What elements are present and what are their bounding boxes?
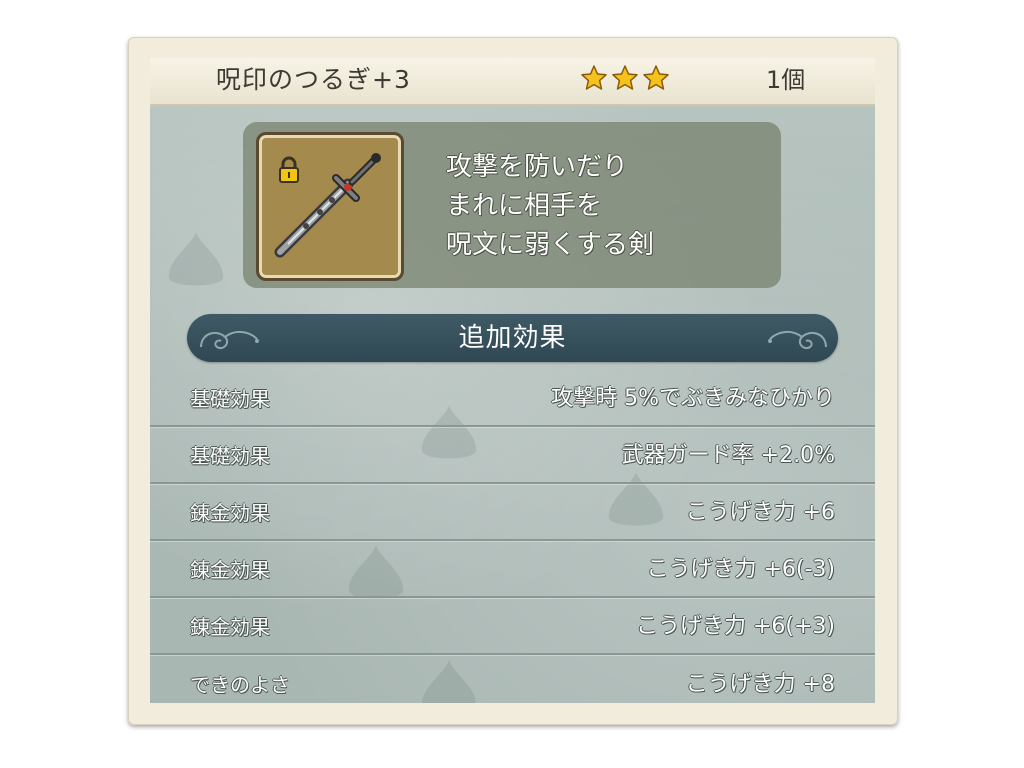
row-divider (150, 539, 875, 541)
description-line: 呪文に弱くする剣 (446, 230, 655, 260)
item-name: 呪印のつるぎ+3 (216, 65, 411, 94)
effect-label: 錬金効果 (190, 615, 270, 639)
star-icon (612, 65, 638, 90)
background-slime-icon (168, 232, 224, 286)
effect-value: 攻撃時 5%でぶきみなひかり (551, 386, 835, 411)
effect-row: できのよさ こうげき力 +8 (150, 656, 875, 702)
effect-row: 基礎効果 攻撃時 5%でぶきみなひかり (150, 371, 875, 427)
effect-value: 武器ガード率 +2.0% (621, 443, 835, 468)
effect-value: こうげき力 +6(+3) (635, 614, 835, 639)
effect-row: 錬金効果 こうげき力 +6(+3) (150, 599, 875, 655)
effect-label: 錬金効果 (190, 558, 270, 582)
effect-value: こうげき力 +6 (685, 500, 835, 525)
row-divider (150, 596, 875, 598)
description-line: 攻撃を防いだり (446, 152, 629, 182)
rarity-stars (580, 64, 670, 94)
star-icon (643, 65, 669, 90)
row-divider (150, 653, 875, 655)
effect-label: 基礎効果 (190, 387, 270, 411)
star-icon (581, 65, 607, 90)
effect-label: できのよさ (190, 673, 290, 697)
effect-value: こうげき力 +6(-3) (646, 557, 835, 582)
item-quantity: 1個 (766, 66, 806, 94)
row-divider (150, 482, 875, 484)
description-line: まれに相手を (446, 191, 603, 221)
effect-row: 錬金効果 こうげき力 +6 (150, 485, 875, 541)
effect-label: 基礎効果 (190, 444, 270, 468)
effect-value: こうげき力 +8 (685, 672, 835, 697)
item-description: 攻撃を防いだり まれに相手を 呪文に弱くする剣 (446, 148, 766, 265)
section-title: 追加効果 (458, 323, 567, 353)
row-divider (150, 425, 875, 427)
effect-row: 錬金効果 こうげき力 +6(-3) (150, 542, 875, 598)
lock-icon (279, 156, 299, 183)
effect-row: 基礎効果 武器ガード率 +2.0% (150, 428, 875, 484)
effect-label: 錬金効果 (190, 501, 270, 525)
